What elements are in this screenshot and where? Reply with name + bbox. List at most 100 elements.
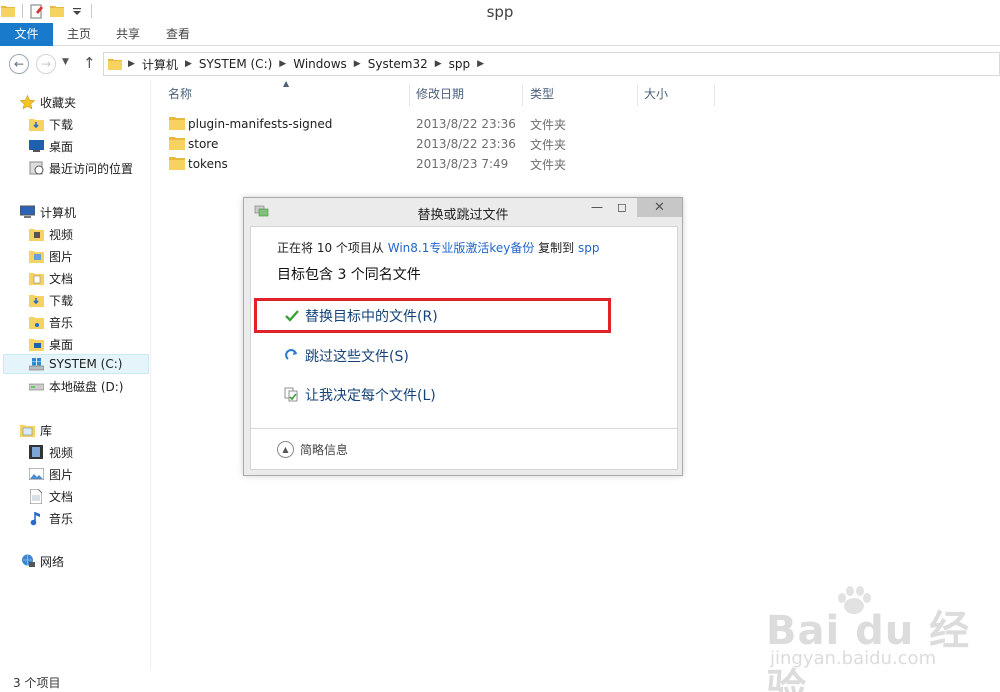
replace-files-option[interactable]: 替换目标中的文件(R) xyxy=(283,302,438,330)
sort-ascending-icon: ▲ xyxy=(283,79,290,88)
file-name: plugin-manifests-signed xyxy=(188,117,333,131)
pictures-folder-icon xyxy=(28,248,44,264)
skip-files-option[interactable]: 跳过这些文件(S) xyxy=(283,342,409,370)
dialog-title-bar[interactable]: 替换或跳过文件 — ◻ ✕ xyxy=(244,198,682,226)
breadcrumb-system32[interactable]: System32 xyxy=(368,57,428,71)
back-button[interactable]: ← xyxy=(9,54,29,74)
details-label: 简略信息 xyxy=(300,442,349,457)
file-row[interactable]: store 2013/8/22 23:36 文件夹 xyxy=(163,134,583,154)
file-date: 2013/8/22 23:36 xyxy=(416,137,516,151)
source-link[interactable]: Win8.1专业版激活key备份 xyxy=(388,241,535,255)
folder-icon xyxy=(169,157,185,170)
sidebar-label: 收藏夹 xyxy=(40,95,77,110)
sidebar-library-documents[interactable]: 文档 xyxy=(28,486,73,506)
column-header-size[interactable]: 大小 xyxy=(644,85,668,107)
film-icon xyxy=(28,444,44,460)
music-folder-icon xyxy=(28,314,44,330)
sidebar-item-local-disk-d[interactable]: 本地磁盘 (D:) xyxy=(28,376,123,396)
sidebar-label: 下载 xyxy=(49,117,74,132)
column-header-date[interactable]: 修改日期 xyxy=(416,85,464,107)
column-header-type[interactable]: 类型 xyxy=(530,85,554,107)
chevron-right-icon[interactable]: ▶ xyxy=(435,59,442,69)
column-divider[interactable] xyxy=(409,84,410,106)
sidebar-item-downloads-2[interactable]: 下载 xyxy=(28,290,73,310)
copy-prefix: 正在将 10 个项目从 xyxy=(277,241,388,255)
file-type: 文件夹 xyxy=(530,117,567,132)
sidebar-label: 桌面 xyxy=(49,337,74,352)
tab-file[interactable]: 文件 xyxy=(0,23,53,46)
file-row[interactable]: plugin-manifests-signed 2013/8/22 23:36 … xyxy=(163,114,583,134)
sidebar-item-desktop-2[interactable]: 桌面 xyxy=(28,334,73,354)
file-row[interactable]: tokens 2013/8/23 7:49 文件夹 xyxy=(163,154,583,174)
sidebar-label: 文档 xyxy=(49,271,74,286)
sidebar-label: 本地磁盘 (D:) xyxy=(49,379,124,394)
sidebar-label: 图片 xyxy=(49,249,74,264)
sidebar-item-desktop[interactable]: 桌面 xyxy=(28,136,73,156)
sidebar-item-pictures[interactable]: 图片 xyxy=(28,246,73,266)
chevron-right-icon[interactable]: ▶ xyxy=(185,59,192,69)
sidebar-library-music[interactable]: 音乐 xyxy=(28,508,73,528)
decide-each-file-option[interactable]: 让我决定每个文件(L) xyxy=(283,381,436,409)
chevron-right-icon[interactable]: ▶ xyxy=(128,59,135,69)
forward-button[interactable]: → xyxy=(36,54,56,74)
watermark: Bai du 经验 jingyan.baidu.com xyxy=(760,582,1000,692)
fewer-details-toggle[interactable]: ▲ 简略信息 xyxy=(277,439,348,459)
sidebar-label: 视频 xyxy=(49,445,74,460)
column-divider[interactable] xyxy=(522,84,523,106)
sidebar-item-system-c[interactable]: SYSTEM (C:) xyxy=(3,354,149,374)
column-header-name[interactable]: 名称 xyxy=(168,85,192,107)
sidebar-item-downloads[interactable]: 下载 xyxy=(28,114,73,134)
column-divider[interactable] xyxy=(637,84,638,106)
document-icon xyxy=(28,488,44,504)
sidebar-item-videos[interactable]: 视频 xyxy=(28,224,73,244)
sidebar-network[interactable]: 网络 xyxy=(19,551,64,571)
watermark-brand: Bai du 经验 xyxy=(766,608,971,692)
file-name: store xyxy=(188,137,219,151)
chevron-right-icon[interactable]: ▶ xyxy=(477,59,484,69)
skip-arrow-icon xyxy=(283,347,301,365)
desktop-icon xyxy=(28,138,44,154)
title-bar: spp xyxy=(0,0,1000,23)
sidebar-favorites[interactable]: 收藏夹 xyxy=(19,92,76,112)
sidebar-item-music[interactable]: 音乐 xyxy=(28,312,73,332)
maximize-button[interactable]: ◻ xyxy=(611,198,633,216)
file-date: 2013/8/22 23:36 xyxy=(416,117,516,131)
tab-home[interactable]: 主页 xyxy=(58,23,100,46)
destination-link[interactable]: spp xyxy=(578,241,600,255)
star-icon xyxy=(19,94,35,110)
minimize-button[interactable]: — xyxy=(586,198,608,216)
up-button[interactable]: ↑ xyxy=(83,54,96,72)
breadcrumb-windows[interactable]: Windows xyxy=(293,57,347,71)
arrow-right-icon: → xyxy=(40,57,52,71)
chevron-up-icon: ▲ xyxy=(277,440,294,458)
sidebar-computer[interactable]: 计算机 xyxy=(19,202,76,222)
sidebar-libraries[interactable]: 库 xyxy=(19,420,52,440)
close-button[interactable]: ✕ xyxy=(637,198,682,217)
file-type: 文件夹 xyxy=(530,137,567,152)
replace-option-label: 替换目标中的文件(R) xyxy=(305,309,438,325)
sidebar-label: 视频 xyxy=(49,227,74,242)
sidebar-library-pictures[interactable]: 图片 xyxy=(28,464,73,484)
chevron-right-icon[interactable]: ▶ xyxy=(279,59,286,69)
chevron-right-icon[interactable]: ▶ xyxy=(354,59,361,69)
file-name: tokens xyxy=(188,157,228,171)
breadcrumb-computer[interactable]: 计算机 xyxy=(142,56,178,73)
folder-icon xyxy=(169,137,185,150)
compare-files-icon xyxy=(283,386,301,404)
arrow-left-icon: ← xyxy=(13,57,25,71)
tab-view[interactable]: 查看 xyxy=(157,23,199,46)
music-note-icon xyxy=(28,510,44,526)
sidebar-item-documents[interactable]: 文档 xyxy=(28,268,73,288)
sidebar-label: 图片 xyxy=(49,467,74,482)
sidebar-library-videos[interactable]: 视频 xyxy=(28,442,73,462)
sidebar-item-recent[interactable]: 最近访问的位置 xyxy=(28,158,133,178)
address-bar[interactable]: ▶ 计算机 ▶ SYSTEM (C:) ▶ Windows ▶ System32… xyxy=(103,52,1000,76)
breadcrumb-spp[interactable]: spp xyxy=(449,57,471,71)
file-date: 2013/8/23 7:49 xyxy=(416,157,509,171)
column-divider[interactable] xyxy=(714,84,715,106)
sidebar-label: 桌面 xyxy=(49,139,74,154)
breadcrumb-system-c[interactable]: SYSTEM (C:) xyxy=(199,57,272,71)
tab-share[interactable]: 共享 xyxy=(107,23,149,46)
recent-locations-dropdown[interactable]: ▼ xyxy=(62,57,69,67)
documents-folder-icon xyxy=(28,270,44,286)
